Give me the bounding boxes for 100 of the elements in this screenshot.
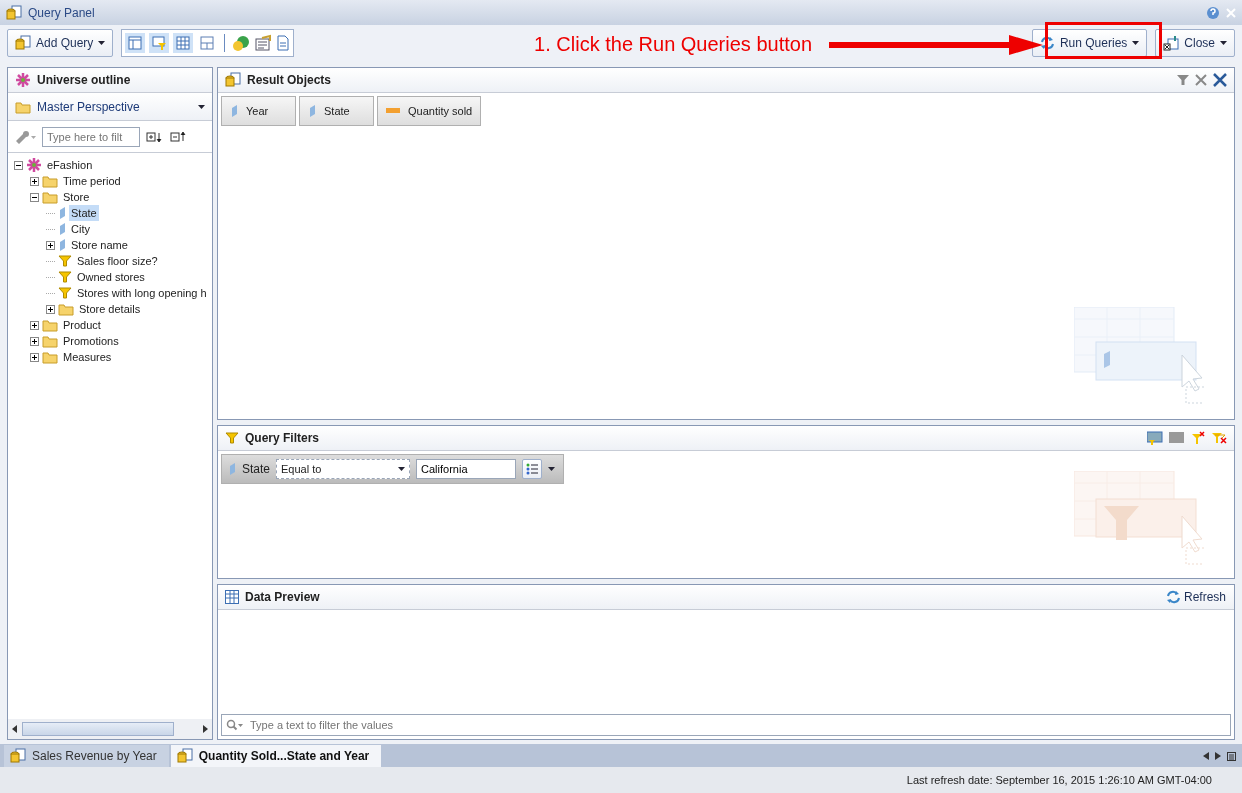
star-icon	[26, 157, 42, 173]
tree-item[interactable]: Measures	[61, 348, 114, 366]
dimension-icon	[308, 104, 316, 118]
folder-icon	[42, 350, 58, 364]
close-button[interactable]: Close	[1155, 29, 1235, 57]
expand-toggle-icon[interactable]	[30, 176, 39, 186]
tree-item[interactable]: eFashion	[45, 156, 95, 174]
tree-item[interactable]: Promotions	[61, 332, 121, 350]
caret-icon	[98, 41, 106, 45]
remove-all-filters-icon[interactable]	[1211, 431, 1227, 445]
folder-icon	[42, 174, 58, 188]
expand-toggle-icon[interactable]	[46, 304, 55, 314]
database-icon	[6, 4, 22, 21]
query-tab[interactable]: Sales Revenue by Year	[4, 745, 169, 767]
scroll-right-icon[interactable]	[201, 725, 209, 733]
expand-toggle-icon[interactable]	[46, 240, 55, 250]
expand-all-icon[interactable]	[146, 130, 164, 143]
dimension-icon	[58, 206, 66, 220]
folder-icon	[42, 318, 58, 332]
funnel-icon	[58, 286, 72, 300]
result-object[interactable]: Year	[221, 96, 296, 126]
caret-icon	[198, 104, 205, 109]
list-icon[interactable]	[1227, 751, 1236, 761]
table-grid-icon	[175, 35, 192, 51]
collapse-toggle-icon[interactable]	[14, 160, 23, 170]
annotation-text: 1. Click the Run Queries button	[534, 32, 812, 57]
panel-layout-icon	[127, 35, 144, 51]
tree-item[interactable]: Store details	[77, 300, 143, 318]
document-icon[interactable]	[276, 35, 291, 51]
collapse-toggle-icon[interactable]	[30, 192, 39, 202]
close-icon[interactable]	[1195, 74, 1207, 86]
panel-title: Query Filters	[245, 430, 320, 447]
tree-item[interactable]: Time period	[61, 172, 123, 190]
funnel-icon	[225, 431, 239, 445]
expand-toggle-icon[interactable]	[30, 320, 39, 330]
result-object[interactable]: State	[299, 96, 374, 126]
tree-item[interactable]: Sales floor size?	[75, 252, 160, 270]
scrollbar-thumb[interactable]	[22, 722, 174, 736]
view-toggle-button[interactable]	[173, 33, 194, 53]
folder-icon	[15, 99, 31, 114]
next-icon[interactable]	[1215, 752, 1221, 760]
previous-icon[interactable]	[1203, 752, 1209, 760]
view-toggle-button[interactable]	[149, 33, 170, 53]
dimension-icon	[230, 104, 238, 118]
dimension-icon	[228, 462, 236, 476]
values-filter-field[interactable]: Type a text to filter the values	[221, 714, 1231, 736]
preview-layout-icon	[199, 35, 216, 51]
table-icon	[225, 590, 239, 604]
folder-icon	[42, 334, 58, 348]
refresh-button[interactable]: Refresh	[1164, 587, 1227, 607]
properties-icon[interactable]	[254, 34, 273, 52]
filter-object: State	[242, 461, 271, 478]
tree-item[interactable]: City	[69, 220, 92, 238]
value-list-button[interactable]	[522, 459, 543, 479]
filter-view-icon	[151, 35, 168, 51]
dimension-icon	[58, 222, 66, 236]
panel-title: Result Objects	[247, 72, 332, 89]
tree-item[interactable]: Owned stores	[75, 268, 147, 286]
arrow-icon	[829, 33, 1044, 57]
funnel-icon	[58, 254, 72, 268]
run-queries-button[interactable]: Run Queries	[1031, 29, 1148, 57]
collapse-all-icon[interactable]	[170, 130, 188, 143]
value-field[interactable]: California	[416, 459, 517, 479]
window-title: Query Panel	[28, 4, 95, 22]
caret-icon	[1220, 41, 1227, 45]
remove-filter-icon[interactable]	[1191, 431, 1205, 445]
tree-item[interactable]: Product	[61, 316, 103, 334]
ruler-icon	[386, 107, 400, 115]
funnel-icon[interactable]	[1177, 74, 1189, 86]
tree-item[interactable]: Stores with long opening h	[75, 284, 209, 302]
tree-item[interactable]: Store name	[69, 236, 130, 254]
result-object[interactable]: Quantity sold	[377, 96, 482, 126]
tree-item[interactable]: Store	[61, 188, 92, 206]
scroll-left-icon[interactable]	[11, 725, 19, 733]
caret-icon	[548, 467, 556, 471]
view-toggle-button[interactable]	[125, 33, 146, 53]
query-tab[interactable]: Quantity Sold...State and Year	[170, 745, 382, 767]
expand-toggle-icon[interactable]	[30, 336, 39, 346]
window-icon	[1163, 35, 1180, 51]
list-icon	[526, 463, 539, 475]
database-icon	[176, 748, 193, 764]
tree-item[interactable]: State	[69, 204, 99, 222]
database-icon	[15, 35, 31, 51]
status-text: Last refresh date: September 16, 2015 1:26:10 AM GMT-04:00	[906, 772, 1212, 788]
refresh-icon	[1165, 590, 1181, 604]
star-icon	[15, 72, 31, 88]
refresh-icon	[1039, 36, 1055, 50]
clear-all-icon[interactable]	[1213, 73, 1227, 87]
caret-icon	[398, 467, 406, 471]
help-icon[interactable]	[1206, 5, 1220, 20]
add-query-button[interactable]: Add Query	[7, 29, 114, 57]
search-icon	[226, 719, 244, 731]
folder-icon	[42, 190, 58, 204]
folder-icon	[58, 302, 74, 316]
operator-dropdown[interactable]: Equal to	[276, 459, 411, 479]
wrench-icon[interactable]	[14, 128, 36, 145]
panel-title: Universe outline	[37, 72, 131, 89]
expand-toggle-icon[interactable]	[30, 352, 39, 362]
funnel-icon	[58, 270, 72, 284]
filter-field[interactable]: Type here to filt	[42, 126, 140, 147]
